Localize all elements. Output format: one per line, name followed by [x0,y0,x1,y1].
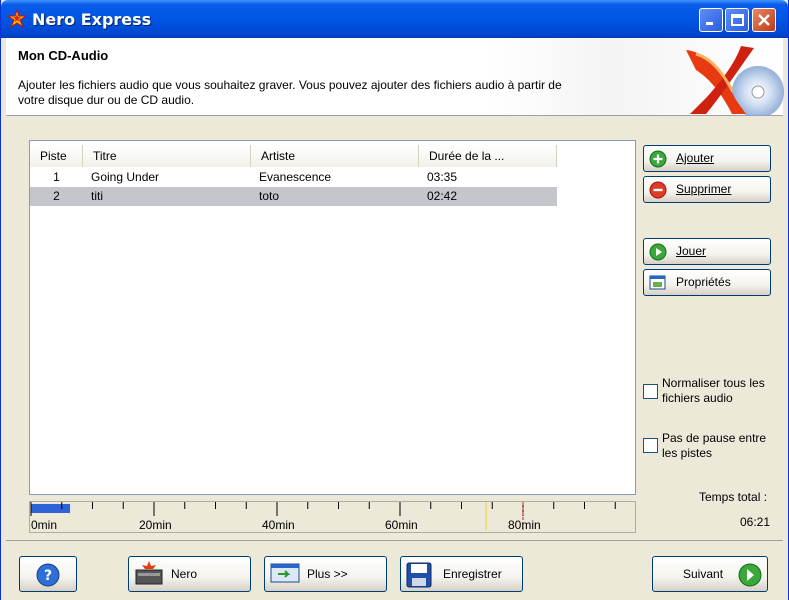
nero-button[interactable]: Nero [128,556,251,592]
burner-icon [135,561,163,585]
cell-artiste: Evanescence [259,170,332,184]
column-titre[interactable]: Titre [83,145,251,167]
cell-duree: 02:42 [427,189,458,203]
ruler-label: 40min [262,518,295,532]
cell-titre: Going Under [91,170,160,184]
cell-piste: 2 [53,189,60,203]
no-pause-checkbox[interactable] [643,438,658,453]
close-icon [758,14,770,26]
svg-text:?: ? [44,568,52,584]
close-button[interactable] [752,8,776,32]
save-button[interactable]: Enregistrer [400,556,523,592]
window-title: Nero Express [32,10,152,29]
page-description: Ajouter les fichiers audio que vous souh… [18,78,562,107]
no-pause-label: Pas de pause entre les pistes [662,431,767,460]
column-duree[interactable]: Durée de la ... [419,145,557,167]
maximize-icon [731,14,744,26]
nero-x-logo [686,46,784,116]
minimize-button[interactable] [699,8,723,32]
capacity-scale: 0min 20min 40min 60min 80min [30,502,616,532]
total-time-value: 06:21 [740,515,771,529]
cell-duree: 03:35 [427,170,458,184]
usage-bar [31,504,71,513]
play-button[interactable]: Jouer [643,238,771,265]
normalize-label: Normaliser tous les fichiers audio [662,376,765,405]
add-button[interactable]: Ajouter [643,145,771,172]
help-button[interactable]: ? [19,556,77,592]
table-row[interactable]: 1 Going Under Evanescence 03:35 [30,168,557,187]
nero-flame-icon [7,9,27,29]
track-list[interactable]: Piste Titre Artiste Durée de la ... 1 Go… [29,140,636,495]
title-bar[interactable]: Nero Express [1,0,788,38]
add-icon [649,150,667,168]
cell-piste: 1 [53,170,60,184]
cell-artiste: toto [259,189,280,203]
play-icon [649,243,667,261]
properties-icon [649,275,666,290]
track-list-header: Piste Titre Artiste Durée de la ... [30,145,557,167]
page-title: Mon CD-Audio [18,48,109,63]
save-button-label: Enregistrer [443,567,502,581]
maximize-button[interactable] [725,8,749,32]
page-header: Mon CD-Audio Ajouter les fichiers audio … [6,38,784,116]
ruler-label: 60min [385,518,418,532]
normalize-checkbox[interactable] [643,384,658,399]
column-piste[interactable]: Piste [30,145,83,167]
floppy-disk-icon [406,562,432,588]
next-button[interactable]: Suivant [652,556,768,592]
next-button-label: Suivant [683,567,724,581]
total-time-label: Temps total : [699,490,768,504]
properties-button[interactable]: Propriétés [643,269,771,296]
add-button-label: Ajouter [676,151,715,165]
bottom-separator [6,540,783,541]
column-artiste[interactable]: Artiste [251,145,419,167]
more-button[interactable]: Plus >> [264,556,387,592]
next-arrow-icon [738,563,762,587]
ruler-label: 20min [139,518,172,532]
minimize-icon [706,22,713,25]
more-button-label: Plus >> [307,567,348,581]
nero-express-window: Nero Express Mon CD-Audio Ajouter les fi… [0,0,789,600]
help-icon: ? [36,563,60,587]
table-row-selected[interactable]: 2 titi toto 02:42 [30,187,557,206]
cell-titre: titi [91,189,103,203]
properties-button-label: Propriétés [676,275,731,289]
nero-button-label: Nero [171,567,198,581]
remove-icon [649,181,667,199]
ruler-label: 0min [31,518,57,532]
capacity-ruler: 0min 20min 40min 60min 80min [29,501,636,533]
more-options-icon [270,563,300,583]
ruler-label: 80min [508,518,541,532]
remove-button[interactable]: Supprimer [643,176,771,203]
remove-button-label: Supprimer [676,182,732,196]
play-button-label: Jouer [676,244,707,258]
